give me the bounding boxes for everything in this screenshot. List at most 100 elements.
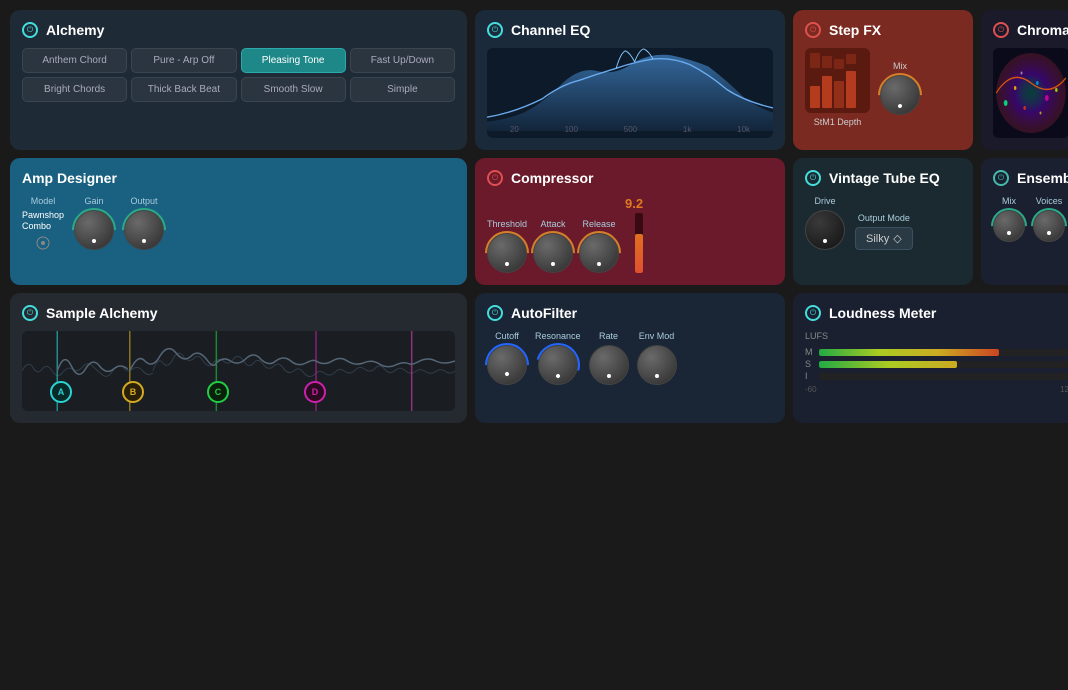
step-fx-header: ⏻ Step FX — [805, 22, 961, 38]
autofilter-header: ⏻ AutoFilter — [487, 305, 773, 321]
ensemble-mix-knob[interactable] — [993, 210, 1025, 242]
alchemy-header: ⏻ Alchemy — [22, 22, 455, 38]
autofilter-title: AutoFilter — [511, 305, 577, 321]
vintage-eq-mode-group: Output Mode Silky ◇ — [855, 213, 913, 250]
vintage-tube-eq-panel: ⏻ Vintage Tube EQ Drive Output Mode Silk… — [793, 158, 973, 285]
chroma-verb-title: ChromaVerb — [1017, 22, 1068, 38]
chroma-verb-header: ⏻ ChromaVerb — [993, 22, 1068, 38]
comp-threshold-knob[interactable] — [487, 233, 527, 273]
amp-model-group: Model Pawnshop Combo — [22, 196, 64, 250]
preset-thick-back-beat[interactable]: Thick Back Beat — [131, 77, 236, 102]
marker-d[interactable]: D — [304, 381, 326, 403]
comp-level-bar — [635, 213, 643, 273]
ensemble-header: ⏻ Ensemble — [993, 170, 1068, 186]
step-fx-power-btn[interactable]: ⏻ — [805, 22, 821, 38]
loudness-meter-panel: ⏻ Loudness Meter LUFS M S — [793, 293, 1068, 423]
chroma-verb-power-btn[interactable]: ⏻ — [993, 22, 1009, 38]
amp-designer-panel: Amp Designer Model Pawnshop Combo Gain — [10, 158, 467, 285]
amp-designer-title: Amp Designer — [22, 170, 117, 186]
scale-max: 12 — [1060, 385, 1068, 394]
main-container: ⏻ Alchemy Anthem Chord Pure - Arp Off Pl… — [0, 0, 1068, 690]
vintage-eq-drive-knob[interactable] — [805, 210, 845, 250]
channel-eq-panel: ⏻ Channel EQ — [475, 10, 785, 150]
sample-alchemy-waveform: A B C D — [22, 331, 455, 411]
autofilter-controls: Cutoff Resonance — [487, 331, 773, 385]
loudness-power-btn[interactable]: ⏻ — [805, 305, 821, 321]
chroma-verb-panel: ⏻ ChromaVerb — [981, 10, 1068, 150]
channel-eq-header: ⏻ Channel EQ — [487, 22, 773, 38]
s-meter-fill — [819, 361, 957, 368]
s-meter-track — [819, 361, 1068, 368]
vintage-eq-mode-label: Output Mode — [858, 213, 910, 223]
amp-output-label: Output — [131, 196, 158, 206]
preset-anthem-chord[interactable]: Anthem Chord — [22, 48, 127, 73]
autofilter-power-btn[interactable]: ⏻ — [487, 305, 503, 321]
comp-attack-knob[interactable] — [533, 233, 573, 273]
preset-smooth-slow[interactable]: Smooth Slow — [241, 77, 346, 102]
amp-gain-group: Gain — [74, 196, 114, 250]
channel-eq-display: 20 100 500 1k 10k — [487, 48, 773, 138]
sample-alchemy-power-btn[interactable]: ⏻ — [22, 305, 38, 321]
af-env-mod-knob[interactable] — [637, 345, 677, 385]
channel-eq-power-btn[interactable]: ⏻ — [487, 22, 503, 38]
amp-controls: Model Pawnshop Combo Gain — [22, 196, 455, 250]
marker-c[interactable]: C — [207, 381, 229, 403]
ensemble-mix-group: Mix — [993, 196, 1025, 242]
af-rate-label: Rate — [599, 331, 618, 341]
step-fx-title: Step FX — [829, 22, 881, 38]
lufs-label: LUFS — [805, 331, 1068, 341]
comp-value: 9.2 — [625, 196, 643, 211]
compressor-panel: ⏻ Compressor Threshold Attack — [475, 158, 785, 285]
amp-designer-header: Amp Designer — [22, 170, 455, 186]
vintage-eq-power-btn[interactable]: ⏻ — [805, 170, 821, 186]
comp-value-group: 9.2 — [625, 196, 643, 273]
amp-gain-knob[interactable] — [74, 210, 114, 250]
amp-model-dial — [36, 236, 50, 250]
amp-output-group: Output — [124, 196, 164, 250]
alchemy-presets: Anthem Chord Pure - Arp Off Pleasing Ton… — [22, 48, 455, 102]
loudness-m-row: M — [805, 347, 1068, 357]
af-cutoff-knob[interactable] — [487, 345, 527, 385]
sample-alchemy-header: ⏻ Sample Alchemy — [22, 305, 455, 321]
loudness-header: ⏻ Loudness Meter — [805, 305, 1068, 321]
preset-pure-arp-off[interactable]: Pure - Arp Off — [131, 48, 236, 73]
step-mix-knob[interactable] — [880, 75, 920, 115]
silky-chevron: ◇ — [893, 232, 901, 245]
amp-model-label: Model — [31, 196, 56, 206]
s-char: S — [805, 359, 815, 369]
af-resonance-knob[interactable] — [538, 345, 578, 385]
ensemble-voices-knob[interactable] — [1033, 210, 1065, 242]
compressor-header: ⏻ Compressor — [487, 170, 773, 186]
m-meter-fill — [819, 349, 999, 356]
preset-fast-up-down[interactable]: Fast Up/Down — [350, 48, 455, 73]
step-fx-controls: StM1 Depth Mix — [805, 48, 961, 127]
comp-release-knob[interactable] — [579, 233, 619, 273]
preset-simple[interactable]: Simple — [350, 77, 455, 102]
amp-output-knob[interactable] — [124, 210, 164, 250]
scale-min: -60 — [805, 385, 817, 394]
step-depth-label: StM1 Depth — [805, 117, 870, 127]
compressor-power-btn[interactable]: ⏻ — [487, 170, 503, 186]
vintage-eq-mode-btn[interactable]: Silky ◇ — [855, 227, 913, 250]
ensemble-voices-group: Voices — [1033, 196, 1065, 242]
amp-model-line1: Pawnshop — [22, 210, 64, 221]
chroma-verb-display — [993, 48, 1068, 138]
preset-bright-chords[interactable]: Bright Chords — [22, 77, 127, 102]
loudness-i-row: I — [805, 371, 1068, 381]
vintage-eq-drive-group: Drive — [805, 196, 845, 250]
comp-threshold-label: Threshold — [487, 219, 527, 229]
marker-b[interactable]: B — [122, 381, 144, 403]
autofilter-panel: ⏻ AutoFilter Cutoff Resonance — [475, 293, 785, 423]
ensemble-power-btn[interactable]: ⏻ — [993, 170, 1009, 186]
marker-a[interactable]: A — [50, 381, 72, 403]
compressor-title: Compressor — [511, 170, 593, 186]
af-rate-knob[interactable] — [589, 345, 629, 385]
alchemy-title: Alchemy — [46, 22, 104, 38]
comp-release-group: Release — [579, 219, 619, 273]
alchemy-power-btn[interactable]: ⏻ — [22, 22, 38, 38]
af-cutoff-label: Cutoff — [495, 331, 519, 341]
comp-attack-group: Attack — [533, 219, 573, 273]
preset-pleasing-tone[interactable]: Pleasing Tone — [241, 48, 346, 73]
m-meter-track — [819, 349, 1068, 356]
comp-attack-label: Attack — [541, 219, 566, 229]
